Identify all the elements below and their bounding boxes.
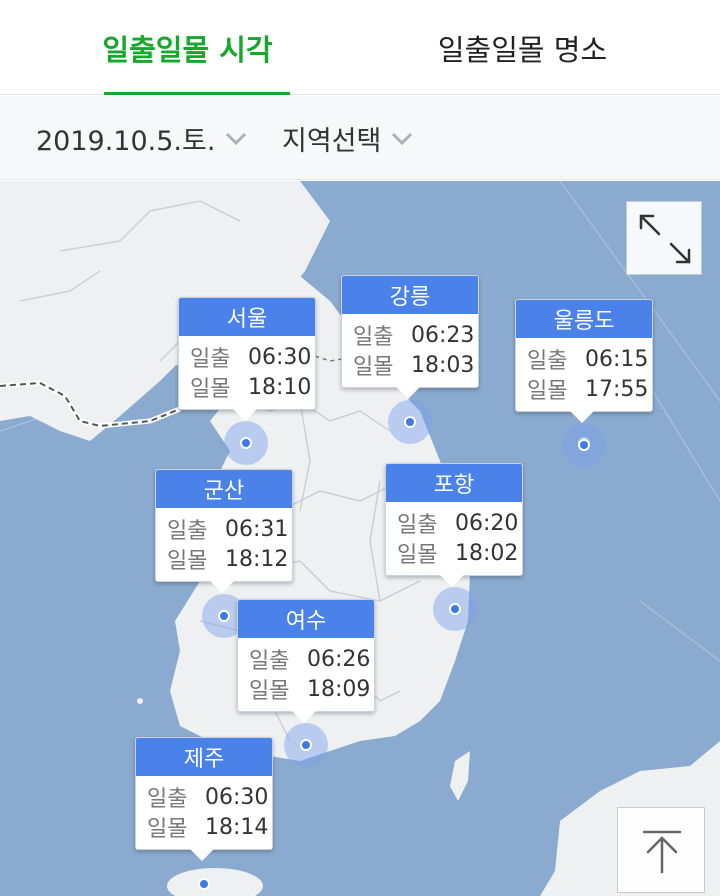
- sunset-label: 일몰: [527, 379, 568, 404]
- marker-seoul[interactable]: [240, 437, 252, 449]
- sunset-time: 18:14: [205, 814, 269, 840]
- location-popup-seoul[interactable]: 서울 일출 06:30 일몰 18:10: [178, 297, 316, 421]
- popup-pointer: [233, 409, 257, 421]
- sunrise-label: 일출: [249, 649, 290, 674]
- popup-pointer: [292, 711, 316, 723]
- location-name: 울릉도: [516, 300, 652, 338]
- location-popup-yeosu[interactable]: 여수 일출 06:26 일몰 18:09: [237, 599, 375, 723]
- popup-pointer: [210, 581, 234, 593]
- tab-label: 일출일몰 시각: [102, 32, 273, 67]
- marker-ulleungdo[interactable]: [578, 439, 590, 451]
- chevron-down-icon: [226, 132, 247, 146]
- marker-gangneung[interactable]: [404, 416, 416, 428]
- popup-pointer: [440, 575, 464, 587]
- chevron-down-icon: [392, 132, 413, 146]
- sunset-label: 일몰: [249, 679, 290, 704]
- scroll-to-top-button[interactable]: [617, 807, 705, 893]
- popup-pointer: [396, 387, 420, 399]
- filter-bar: 2019.10.5.토. 지역선택: [0, 96, 720, 180]
- marker-yeosu[interactable]: [300, 739, 312, 751]
- sunrise-time: 06:30: [248, 344, 312, 370]
- date-selector[interactable]: 2019.10.5.토.: [36, 96, 249, 180]
- sunset-time: 18:10: [248, 374, 312, 400]
- location-popup-ulleungdo[interactable]: 울릉도 일출 06:15 일몰 17:55: [515, 299, 653, 423]
- location-popup-pohang[interactable]: 포항 일출 06:20 일몰 18:02: [385, 463, 523, 587]
- sunset-label: 일몰: [190, 377, 231, 402]
- sunset-time: 18:02: [455, 540, 519, 566]
- sunrise-time: 06:23: [411, 322, 475, 348]
- sunrise-label: 일출: [190, 347, 231, 372]
- location-name: 군산: [156, 470, 292, 508]
- location-popup-gangneung[interactable]: 강릉 일출 06:23 일몰 18:03: [341, 275, 479, 399]
- location-name: 서울: [179, 298, 315, 336]
- date-value: 2019.10.5.토.: [36, 125, 216, 157]
- sunset-time: 18:12: [225, 546, 289, 572]
- sunset-time: 18:03: [411, 352, 475, 378]
- sunset-label: 일몰: [167, 549, 208, 574]
- sunset-label: 일몰: [147, 817, 188, 842]
- expand-map-button[interactable]: [626, 201, 702, 275]
- scroll-to-top-icon: [642, 830, 682, 874]
- popup-pointer: [570, 411, 594, 423]
- map-view[interactable]: 서울 일출 06:30 일몰 18:10 강릉 일출 06:23 일몰 18:03 울릉…: [0, 181, 720, 896]
- sunrise-time: 06:30: [205, 784, 269, 810]
- sunrise-label: 일출: [527, 349, 568, 374]
- location-popup-gunsan[interactable]: 군산 일출 06:31 일몰 18:12: [155, 469, 293, 593]
- sunrise-time: 06:31: [225, 516, 289, 542]
- tab-label: 일출일몰 명소: [437, 32, 608, 67]
- tab-bar: 일출일몰 시각 일출일몰 명소: [0, 0, 720, 95]
- sunset-label: 일몰: [397, 543, 438, 568]
- location-name: 여수: [238, 600, 374, 638]
- sunrise-time: 06:15: [585, 346, 649, 372]
- active-tab-indicator: [104, 92, 290, 95]
- sunrise-label: 일출: [353, 325, 394, 350]
- location-popup-jeju[interactable]: 제주 일출 06:30 일몰 18:14: [135, 737, 273, 861]
- location-name: 포항: [386, 464, 522, 502]
- expand-diagonal-icon: [639, 214, 691, 264]
- marker-gunsan[interactable]: [218, 610, 230, 622]
- sunrise-time: 06:26: [307, 646, 371, 672]
- popup-pointer: [190, 849, 214, 861]
- tab-sunrise-sunset-spots[interactable]: 일출일몰 명소: [415, 0, 630, 95]
- region-selector[interactable]: 지역선택: [282, 96, 415, 180]
- sunrise-time: 06:20: [455, 510, 519, 536]
- sunset-time: 17:55: [585, 376, 649, 402]
- location-name: 제주: [136, 738, 272, 776]
- sunset-label: 일몰: [353, 355, 394, 380]
- location-name: 강릉: [342, 276, 478, 314]
- sunrise-label: 일출: [167, 519, 208, 544]
- marker-pohang[interactable]: [449, 603, 461, 615]
- region-value: 지역선택: [282, 125, 382, 157]
- tab-sunrise-sunset-times[interactable]: 일출일몰 시각: [85, 0, 290, 95]
- marker-jeju[interactable]: [198, 878, 210, 890]
- sunrise-label: 일출: [397, 513, 438, 538]
- sunset-time: 18:09: [307, 676, 371, 702]
- sunrise-label: 일출: [147, 787, 188, 812]
